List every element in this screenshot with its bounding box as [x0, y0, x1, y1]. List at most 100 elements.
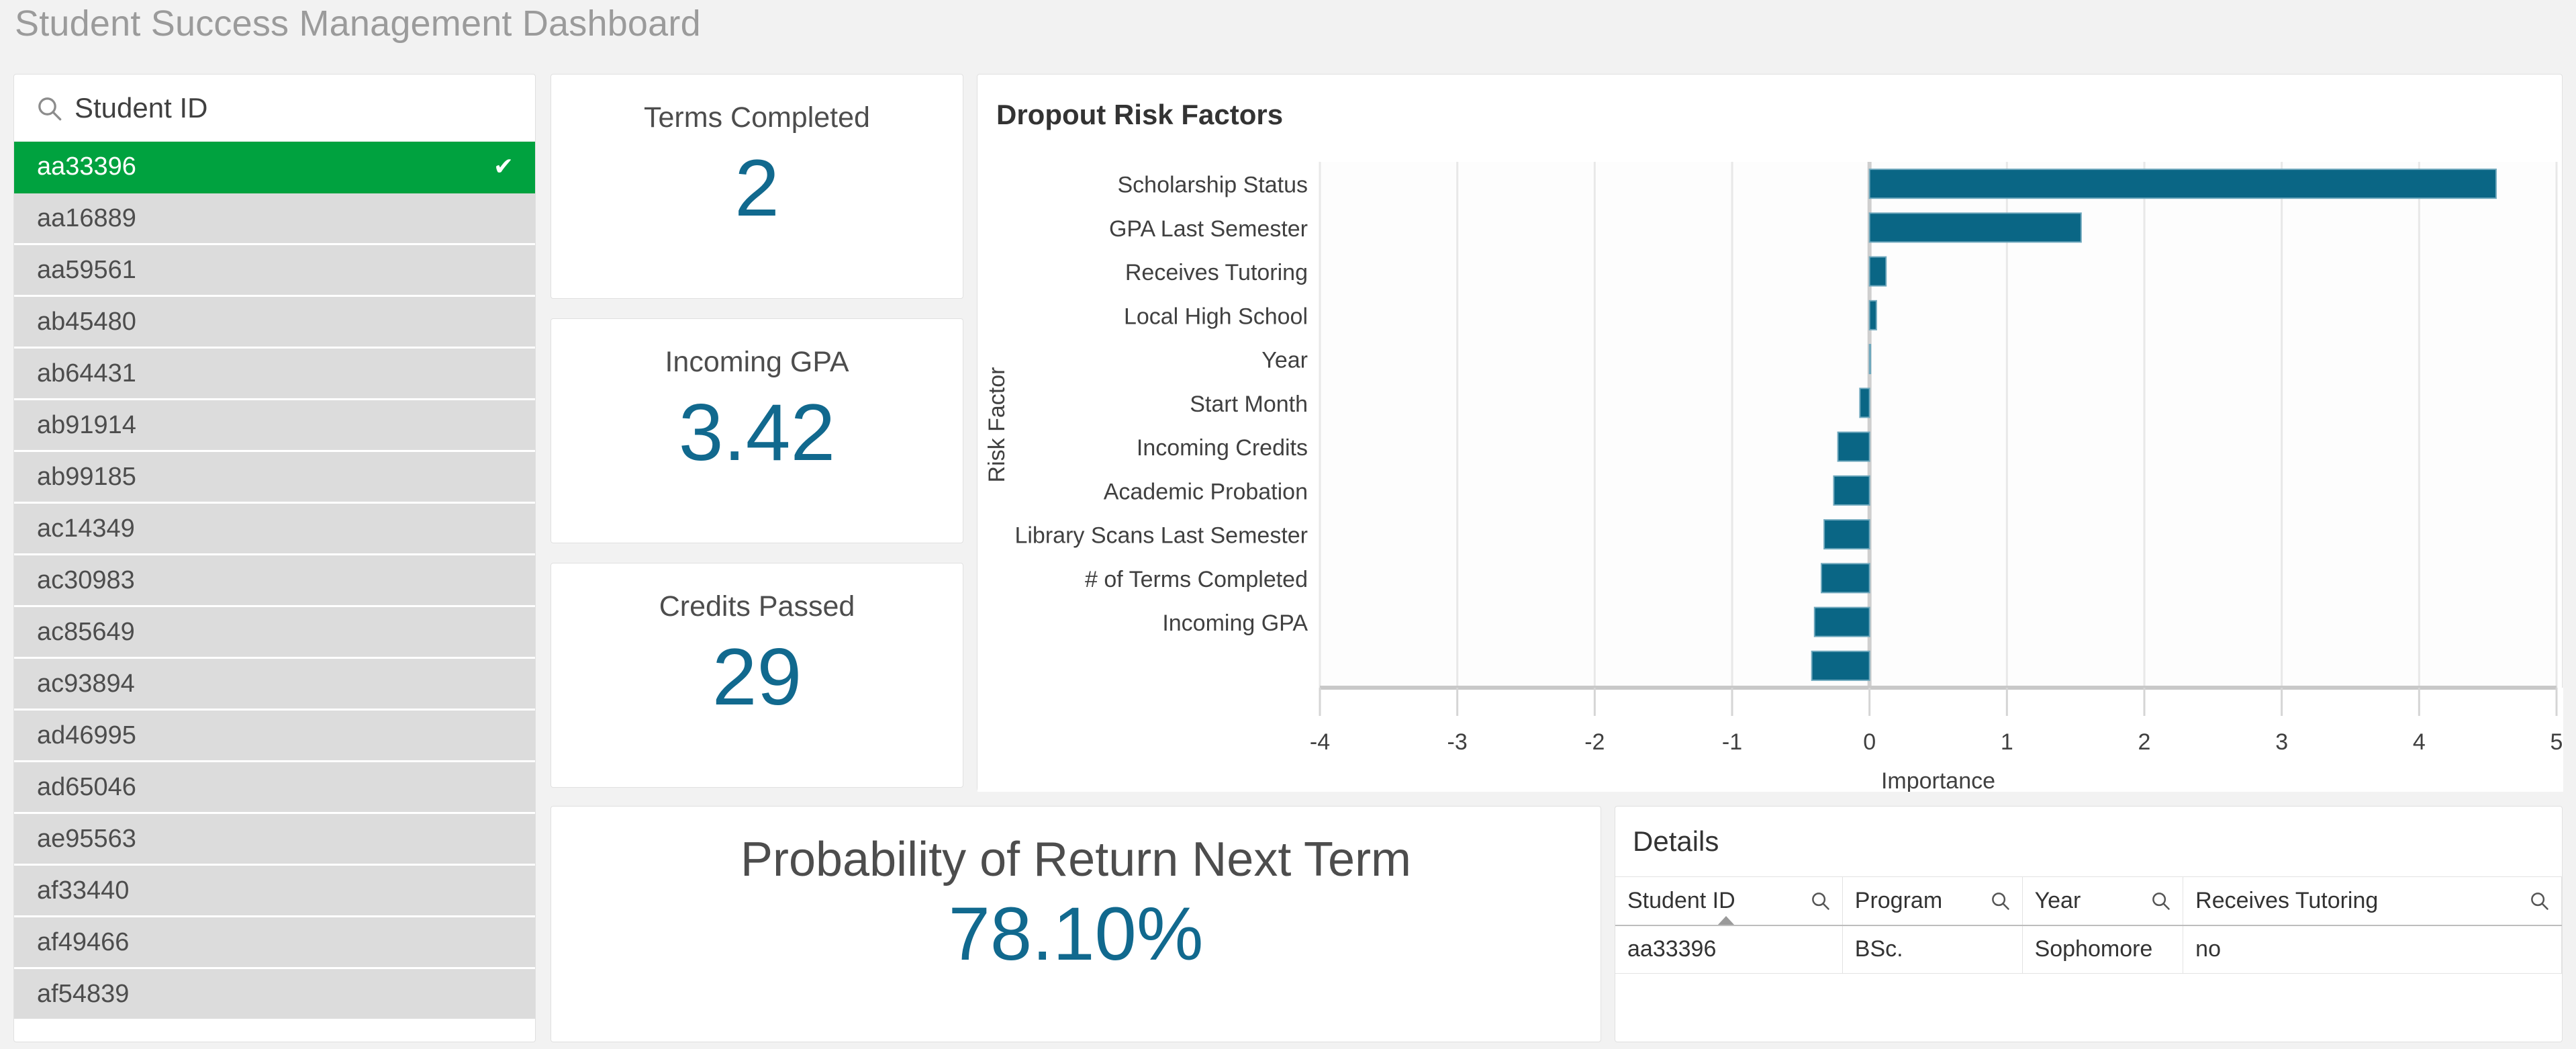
kpi-incoming-gpa-title: Incoming GPA: [665, 346, 849, 378]
student-id-list[interactable]: aa33396 ✔ aa16889 aa59561 ab45480 ab64431 ab91…: [14, 142, 535, 1021]
student-id-item[interactable]: af33440: [14, 866, 535, 917]
chart-y-axis-label: Risk Factor: [984, 367, 1010, 483]
student-id-item[interactable]: ae95563: [14, 814, 535, 866]
kpi-credits-passed: Credits Passed 29: [551, 563, 963, 788]
student-id-label: aa33396: [37, 152, 136, 181]
chart-category-label: Academic Probation: [1104, 479, 1308, 504]
chart-category-label: Local High School: [1124, 304, 1308, 329]
check-icon: ✔: [493, 152, 514, 180]
student-id-selector: Student ID aa33396 ✔ aa16889 aa59561 ab45480…: [13, 74, 536, 1042]
chart-category-label: Library Scans Last Semester: [1014, 523, 1308, 549]
chart-bar[interactable]: [1868, 256, 1887, 287]
kpi-probability-of-return: Probability of Return Next Term 78.10%: [551, 806, 1601, 1042]
student-id-label: ab99185: [37, 462, 136, 491]
student-id-item[interactable]: ab45480: [14, 297, 535, 349]
student-id-label: af49466: [37, 927, 130, 956]
student-id-item[interactable]: ab99185: [14, 452, 535, 504]
details-column-header[interactable]: Program: [1842, 876, 2023, 926]
details-column-label: Program: [1854, 887, 1943, 913]
search-icon: [38, 97, 62, 120]
chart-x-tick-label: -4: [1310, 729, 1330, 755]
details-header-row: Student ID Program Year Receives Tutoring: [1615, 876, 2562, 926]
chart-bar[interactable]: [1868, 212, 2082, 243]
chart-bar[interactable]: [1837, 431, 1870, 462]
kpi-incoming-gpa-value: 3.42: [678, 387, 836, 477]
dropout-risk-factors-chart: Dropout Risk Factors Scholarship Status G…: [977, 74, 2563, 792]
chart-bar[interactable]: [1823, 519, 1870, 550]
table-cell: no: [2183, 925, 2562, 974]
student-id-label: ac85649: [37, 617, 135, 646]
search-icon[interactable]: [2529, 891, 2549, 911]
chart-x-tick-label: 3: [2275, 729, 2288, 755]
table-cell: BSc.: [1842, 925, 2023, 974]
student-id-label: af33440: [37, 876, 130, 905]
student-id-label: ac30983: [37, 565, 135, 594]
chart-x-tick-label: 2: [2138, 729, 2151, 755]
kpi-terms-completed-title: Terms Completed: [644, 101, 870, 134]
kpi-terms-completed-value: 2: [734, 143, 779, 233]
search-icon[interactable]: [1810, 891, 1830, 911]
details-column-label: Receives Tutoring: [2195, 887, 2379, 913]
chart-category-label: # of Terms Completed: [1085, 567, 1308, 592]
details-column-header[interactable]: Year: [2022, 876, 2184, 926]
details-panel: Details Student ID Program Year Receives Tu…: [1615, 806, 2563, 1042]
chart-category-label: Incoming Credits: [1137, 435, 1308, 461]
dashboard-root: Student Success Management Dashboard Stu…: [0, 0, 2576, 1049]
details-column-header[interactable]: Receives Tutoring: [2183, 876, 2562, 926]
chart-x-tick-label: 0: [1863, 729, 1876, 755]
search-icon[interactable]: [1990, 891, 2010, 911]
search-placeholder-label: Student ID: [75, 91, 208, 124]
chart-plot-area: Scholarship Status GPA Last Semester Recei…: [977, 155, 2563, 792]
chart-category-label: Year: [1261, 348, 1308, 373]
kpi-incoming-gpa: Incoming GPA 3.42: [551, 318, 963, 543]
chart-bar[interactable]: [1833, 475, 1870, 506]
student-id-item[interactable]: ad65046: [14, 762, 535, 814]
details-table: Student ID Program Year Receives Tutoring a…: [1615, 876, 2562, 974]
page-title: Student Success Management Dashboard: [15, 3, 701, 44]
student-id-item[interactable]: ac30983: [14, 555, 535, 607]
student-id-item[interactable]: ac14349: [14, 504, 535, 555]
kpi-probability-value: 78.10%: [948, 892, 1204, 976]
student-id-label: aa59561: [37, 255, 136, 284]
student-id-item[interactable]: ab64431: [14, 349, 535, 400]
chart-bar[interactable]: [1813, 606, 1870, 637]
chart-category-label: GPA Last Semester: [1109, 216, 1308, 242]
student-id-item[interactable]: aa33396 ✔: [14, 142, 535, 193]
kpi-terms-completed: Terms Completed 2: [551, 74, 963, 299]
search-icon[interactable]: [2150, 891, 2170, 911]
student-id-label: ac14349: [37, 514, 135, 543]
chart-title: Dropout Risk Factors: [996, 99, 1284, 130]
chart-x-axis-label: Importance: [1881, 768, 1995, 792]
details-column-header[interactable]: Student ID: [1615, 876, 1843, 926]
kpi-credits-passed-title: Credits Passed: [659, 590, 855, 623]
details-column-label: Year: [2034, 887, 2081, 913]
student-id-item[interactable]: ac93894: [14, 659, 535, 711]
table-cell: aa33396: [1615, 925, 1843, 974]
student-id-item[interactable]: ab91914: [14, 400, 535, 452]
chart-bar[interactable]: [1868, 344, 1872, 375]
student-id-item[interactable]: ac85649: [14, 607, 535, 659]
details-body: aa33396 BSc. Sophomore no: [1615, 925, 2562, 974]
student-id-item[interactable]: aa59561: [14, 245, 535, 297]
student-id-item[interactable]: af54839: [14, 969, 535, 1021]
plot-clip-mask: [977, 688, 2563, 792]
chart-bar[interactable]: [1868, 169, 2497, 199]
chart-bar[interactable]: [1821, 563, 1870, 594]
student-id-item[interactable]: af49466: [14, 917, 535, 969]
chart-bar[interactable]: [1811, 650, 1870, 681]
student-id-item[interactable]: aa16889: [14, 193, 535, 245]
search-input[interactable]: Student ID: [14, 75, 535, 142]
student-id-label: ab45480: [37, 307, 136, 336]
table-row[interactable]: aa33396 BSc. Sophomore no: [1615, 925, 2562, 974]
table-cell: Sophomore: [2022, 925, 2184, 974]
chart-bar[interactable]: [1868, 300, 1877, 330]
kpi-credits-passed-value: 29: [712, 632, 802, 722]
chart-bar[interactable]: [1859, 387, 1870, 418]
student-id-item[interactable]: ad46995: [14, 711, 535, 762]
details-column-label: Student ID: [1627, 887, 1735, 913]
chart-category-label: Incoming GPA: [1162, 610, 1308, 636]
chart-svg: Scholarship Status GPA Last Semester Recei…: [977, 162, 2563, 792]
details-title: Details: [1633, 825, 1719, 857]
student-id-label: af54839: [37, 979, 130, 1008]
chart-category-label: Start Month: [1190, 392, 1308, 417]
